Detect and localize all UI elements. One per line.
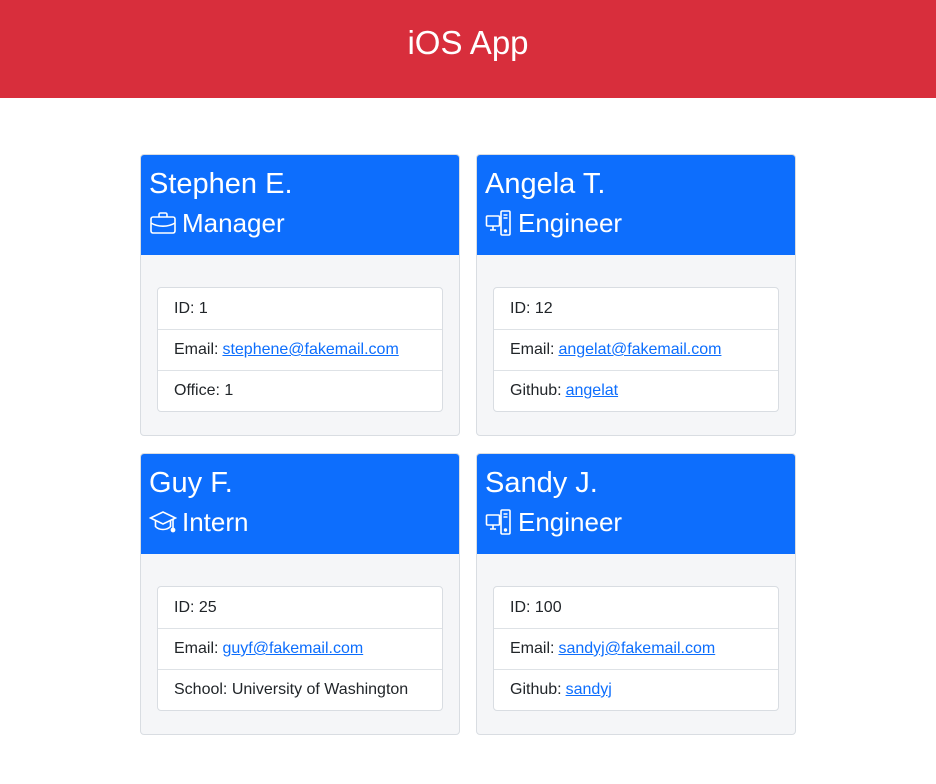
employee-role-label: Engineer bbox=[518, 208, 623, 238]
office-prefix: Office: bbox=[174, 382, 220, 399]
employee-role: Manager bbox=[149, 205, 451, 241]
employee-details-list: ID: 25 Email: guyf@fakemail.com School: … bbox=[157, 586, 443, 711]
email-link[interactable]: stephene@fakemail.com bbox=[222, 341, 398, 359]
card-header: Sandy J. Engineer bbox=[477, 454, 795, 554]
employee-github: Github: angelat bbox=[494, 370, 778, 411]
card-body: ID: 25 Email: guyf@fakemail.com School: … bbox=[141, 554, 459, 711]
email-link[interactable]: angelat@fakemail.com bbox=[558, 341, 721, 359]
email-link[interactable]: guyf@fakemail.com bbox=[222, 640, 363, 658]
employee-details-list: ID: 1 Email: stephene@fakemail.com Offic… bbox=[157, 287, 443, 412]
card-header: Stephen E. Manager bbox=[141, 155, 459, 255]
employee-role-label: Manager bbox=[182, 208, 285, 238]
office-number: 1 bbox=[224, 382, 234, 399]
employee-id-label: ID: 100 bbox=[510, 598, 562, 616]
employee-details-list: ID: 100 Email: sandyj@fakemail.com Githu… bbox=[493, 586, 779, 711]
school-prefix: School: bbox=[174, 681, 228, 698]
employee-email: Email: guyf@fakemail.com bbox=[158, 628, 442, 669]
github-prefix: Github: bbox=[510, 681, 562, 698]
mortarboard-icon bbox=[149, 508, 177, 536]
employee-school: School: University of Washington bbox=[158, 669, 442, 710]
github-prefix: Github: bbox=[510, 382, 562, 399]
school-name: University of Washington bbox=[231, 681, 409, 698]
pc-display-icon bbox=[485, 209, 513, 237]
employee-card-engineer: Angela T. Engineer ID: 12 Email: angelat… bbox=[476, 154, 796, 436]
employee-name: Stephen E. bbox=[149, 168, 293, 200]
employee-id-label: ID: 1 bbox=[174, 299, 208, 317]
employee-role-label: Engineer bbox=[518, 507, 623, 537]
employee-email: Email: angelat@fakemail.com bbox=[494, 329, 778, 370]
employee-details-list: ID: 12 Email: angelat@fakemail.com Githu… bbox=[493, 287, 779, 412]
employee-role: Intern bbox=[149, 504, 451, 540]
employee-id-label: ID: 12 bbox=[510, 299, 553, 317]
app-header: iOS App bbox=[0, 0, 936, 98]
email-prefix: Email: bbox=[174, 640, 219, 657]
employee-role-label: Intern bbox=[182, 507, 249, 537]
employee-email: Email: sandyj@fakemail.com bbox=[494, 628, 778, 669]
employee-email: Email: stephene@fakemail.com bbox=[158, 329, 442, 370]
employee-role: Engineer bbox=[485, 504, 787, 540]
employee-grid: Stephen E. Manager ID: 1 Email: stephene… bbox=[140, 154, 796, 735]
briefcase-icon bbox=[149, 209, 177, 237]
employee-role: Engineer bbox=[485, 205, 787, 241]
card-body: ID: 100 Email: sandyj@fakemail.com Githu… bbox=[477, 554, 795, 711]
card-header: Angela T. Engineer bbox=[477, 155, 795, 255]
email-prefix: Email: bbox=[510, 640, 555, 657]
github-link[interactable]: sandyj bbox=[566, 681, 612, 699]
email-prefix: Email: bbox=[510, 341, 555, 358]
card-body: ID: 12 Email: angelat@fakemail.com Githu… bbox=[477, 255, 795, 412]
employee-office: Office: 1 bbox=[158, 370, 442, 411]
employee-name: Sandy J. bbox=[485, 467, 598, 499]
employee-id: ID: 25 bbox=[158, 587, 442, 628]
pc-display-icon bbox=[485, 508, 513, 536]
employee-name: Guy F. bbox=[149, 467, 233, 499]
email-link[interactable]: sandyj@fakemail.com bbox=[558, 640, 715, 658]
employee-id: ID: 12 bbox=[494, 288, 778, 329]
card-body: ID: 1 Email: stephene@fakemail.com Offic… bbox=[141, 255, 459, 412]
employee-id: ID: 100 bbox=[494, 587, 778, 628]
card-header: Guy F. Intern bbox=[141, 454, 459, 554]
employee-id: ID: 1 bbox=[158, 288, 442, 329]
app-title: iOS App bbox=[407, 24, 529, 61]
employee-card-manager: Stephen E. Manager ID: 1 Email: stephene… bbox=[140, 154, 460, 436]
employee-card-intern: Guy F. Intern ID: 25 Email: guyf@fakemai… bbox=[140, 453, 460, 735]
employee-github: Github: sandyj bbox=[494, 669, 778, 710]
employee-name: Angela T. bbox=[485, 168, 606, 200]
employee-id-label: ID: 25 bbox=[174, 598, 217, 616]
employee-card-engineer: Sandy J. Engineer ID: 100 Email: sandyj@… bbox=[476, 453, 796, 735]
github-link[interactable]: angelat bbox=[566, 382, 619, 400]
email-prefix: Email: bbox=[174, 341, 219, 358]
